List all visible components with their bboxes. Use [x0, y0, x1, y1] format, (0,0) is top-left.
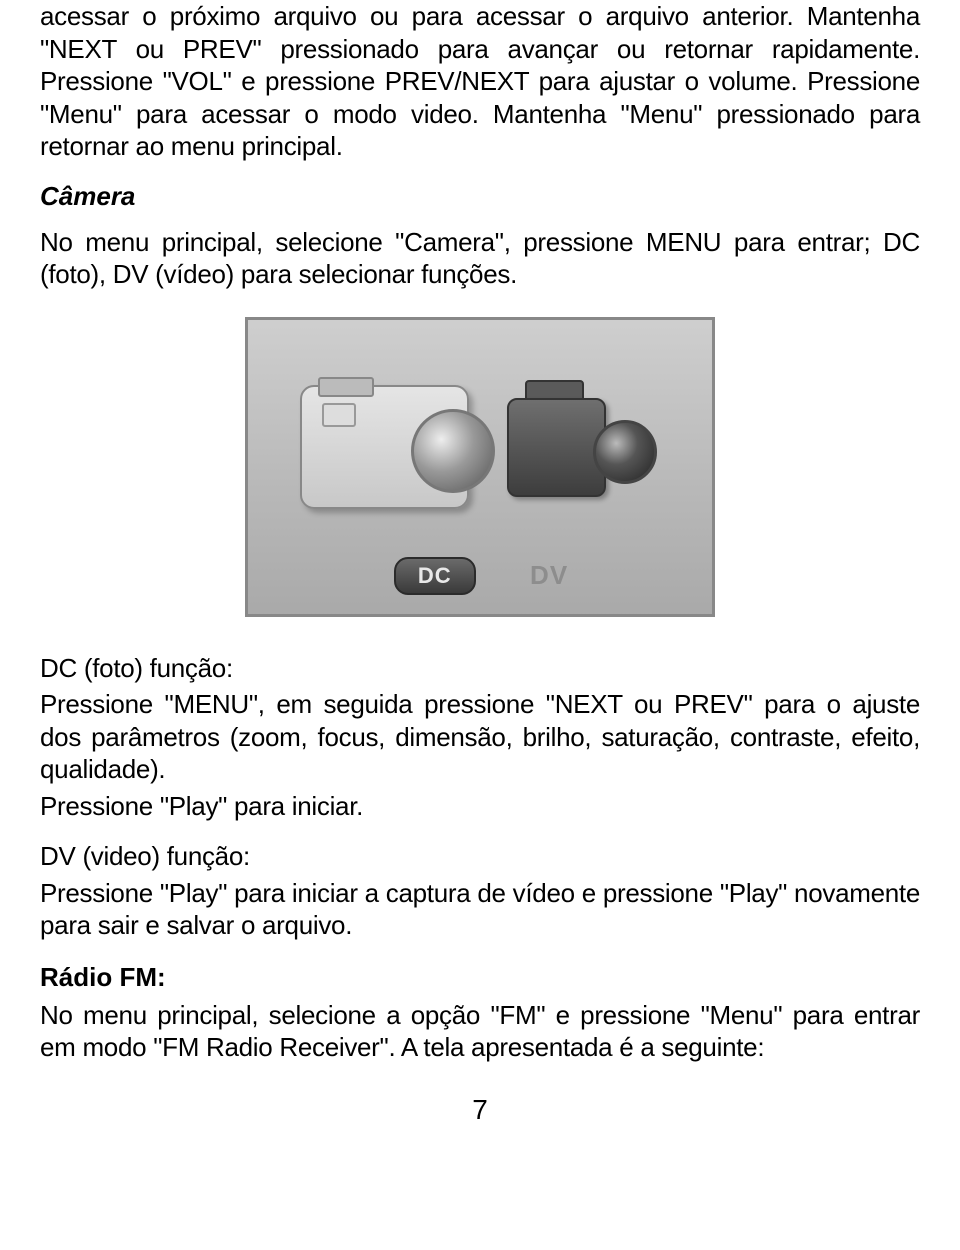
still-camera-icon: [300, 385, 469, 509]
dc-paragraph-1: Pressione "MENU", em seguida pressione "…: [40, 688, 920, 786]
page-number: 7: [40, 1094, 920, 1126]
camera-modes-figure: DC DV: [245, 317, 715, 617]
figure-container: DC DV: [40, 317, 920, 622]
dc-paragraph-2: Pressione "Play" para iniciar.: [40, 790, 920, 823]
dv-paragraph: Pressione "Play" para iniciar a captura …: [40, 877, 920, 942]
radio-heading: Rádio FM:: [40, 962, 920, 993]
camcorder-body-icon: [507, 398, 606, 497]
intro-paragraph: acessar o próximo arquivo ou para acessa…: [40, 0, 920, 163]
camcorder-lens-icon: [593, 420, 657, 484]
radio-paragraph: No menu principal, selecione a opção "FM…: [40, 999, 920, 1064]
camcorder-icon: [507, 372, 657, 507]
camera-flash-icon: [322, 403, 356, 427]
camera-heading: Câmera: [40, 181, 920, 212]
dv-badge: DV: [530, 560, 568, 591]
camera-paragraph: No menu principal, selecione "Camera", p…: [40, 226, 920, 291]
dc-badge: DC: [394, 557, 476, 595]
dc-heading: DC (foto) função:: [40, 652, 920, 685]
badge-row: DC DV: [245, 557, 715, 595]
dv-heading: DV (video) função:: [40, 840, 920, 873]
manual-page: acessar o próximo arquivo ou para acessa…: [0, 0, 960, 1166]
